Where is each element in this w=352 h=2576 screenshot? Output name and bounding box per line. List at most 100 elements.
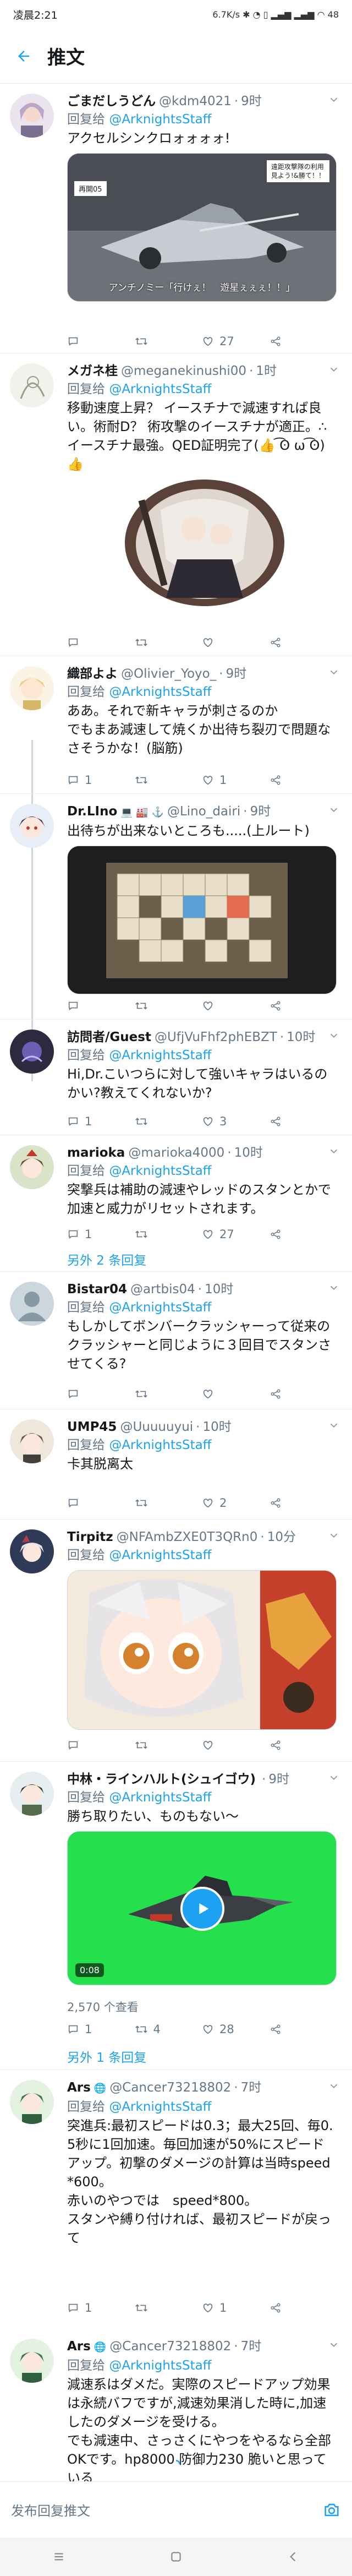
avatar[interactable] <box>10 666 54 710</box>
avatar[interactable] <box>10 1145 54 1189</box>
tweet[interactable]: UMP45 @Uuuuuyui · 10时 回复给 @ArknightsStaff 卡… <box>0 1409 352 1520</box>
tweet-image[interactable] <box>67 1570 337 1730</box>
chevron-down-icon[interactable] <box>328 1030 340 1042</box>
back-button[interactable] <box>0 29 47 84</box>
avatar[interactable] <box>10 363 54 407</box>
reply-button[interactable] <box>67 330 135 352</box>
share-button[interactable] <box>270 1492 337 1514</box>
home-icon[interactable] <box>169 2550 183 2564</box>
chevron-down-icon[interactable] <box>328 1772 340 1784</box>
user-handle[interactable]: @artbis04 <box>130 1281 195 1298</box>
user-handle[interactable]: @meganekinushi00 <box>121 362 246 380</box>
like-button[interactable]: 3 <box>202 1110 270 1132</box>
display-name[interactable]: Ars <box>67 2338 91 2355</box>
share-button[interactable] <box>270 1223 337 1245</box>
tweet[interactable]: 中林・ラインハルト(シュイゴウ) · 9时 回复给 @ArknightsStaff … <box>0 1762 352 2070</box>
display-name[interactable]: 織部よよ <box>67 665 118 683</box>
reply-mention[interactable]: @ArknightsStaff <box>109 1164 211 1178</box>
tweet[interactable]: メガネ桂 @meganekinushi00 · 1时 回复给 @ArknightsSt… <box>0 353 352 656</box>
chevron-down-icon[interactable] <box>328 2339 340 2351</box>
reply-button[interactable] <box>67 1734 135 1756</box>
avatar[interactable] <box>10 1030 54 1074</box>
retweet-button[interactable] <box>135 1223 202 1245</box>
display-name[interactable]: Ars <box>67 2079 91 2096</box>
tweet[interactable]: 訪問者/Guest @UfjVuFhf2phEBZT · 10时 回复给 @Arkni… <box>0 1020 352 1135</box>
reply-button[interactable] <box>67 1492 135 1514</box>
reply-mention[interactable]: @ArknightsStaff <box>109 1300 211 1315</box>
tweet[interactable]: Dr.LIno 💻 🏭 ⚓️ @Lino_dairi · 9时 出待ちが出来ないところも… <box>0 794 352 1020</box>
avatar[interactable] <box>10 804 54 848</box>
like-button[interactable] <box>202 995 270 1017</box>
retweet-button[interactable] <box>135 631 202 653</box>
retweet-button[interactable] <box>135 1383 202 1405</box>
user-handle[interactable]: @Olivier_Yoyo_ <box>121 665 216 683</box>
tweet[interactable]: Bistar04 @artbis04 · 10时 回复给 @ArknightsStaf… <box>0 1272 352 1409</box>
tweet[interactable]: Tirpitz @NFAmbZXE0T3QRn0 · 10分 回复给 @Arknigh… <box>0 1520 352 1762</box>
chevron-down-icon[interactable] <box>328 2080 340 2092</box>
user-handle[interactable]: @marioka4000 <box>128 1144 224 1162</box>
display-name[interactable]: メガネ桂 <box>67 362 118 380</box>
reply-button[interactable] <box>67 995 135 1017</box>
like-button[interactable]: 28 <box>202 2018 270 2040</box>
avatar[interactable] <box>10 94 54 138</box>
user-handle[interactable]: @Cancer73218802 <box>109 2079 231 2096</box>
reply-button[interactable]: 1 <box>67 1223 135 1245</box>
show-more-replies-link[interactable]: 另外 1 条回复 <box>67 2047 146 2066</box>
reply-mention[interactable]: @ArknightsStaff <box>109 1548 211 1562</box>
reply-mention[interactable]: @ArknightsStaff <box>109 2100 211 2114</box>
tweet[interactable]: 織部よよ @Olivier_Yoyo_ · 9时 回复给 @ArknightsStaf… <box>0 656 352 794</box>
display-name[interactable]: marioka <box>67 1144 125 1162</box>
avatar[interactable] <box>10 1282 54 1326</box>
show-more-replies-link[interactable]: 另外 2 条回复 <box>67 1250 146 1268</box>
reply-mention[interactable]: @ArknightsStaff <box>109 382 211 396</box>
user-handle[interactable]: @NFAmbZXE0T3QRn0 <box>117 1528 258 1546</box>
reply-mention[interactable]: @ArknightsStaff <box>109 2359 211 2373</box>
display-name[interactable]: Tirpitz <box>67 1528 113 1546</box>
play-button[interactable] <box>180 1887 224 1931</box>
display-name[interactable]: ごまだしうどん <box>67 92 156 110</box>
avatar[interactable] <box>10 1419 54 1463</box>
reply-button[interactable]: 1 <box>67 2018 135 2040</box>
user-handle[interactable]: @kdm4021 <box>159 92 232 110</box>
retweet-button[interactable] <box>135 330 202 352</box>
reply-button[interactable]: 1 <box>67 769 135 791</box>
display-name[interactable]: UMP45 <box>67 1418 117 1436</box>
display-name[interactable]: Dr.LIno <box>67 803 117 820</box>
reply-button[interactable]: 1 <box>67 2297 135 2319</box>
tweet-image[interactable] <box>67 846 337 994</box>
avatar[interactable] <box>10 2080 54 2124</box>
chevron-down-icon[interactable] <box>328 94 340 106</box>
tweet-video[interactable]: 0:08 <box>67 1831 337 1985</box>
reply-input[interactable]: 发布回复推文 <box>11 2500 90 2519</box>
display-name[interactable]: 訪問者/Guest <box>67 1028 151 1046</box>
retweet-button[interactable] <box>135 1492 202 1514</box>
chevron-down-icon[interactable] <box>328 1419 340 1431</box>
display-name[interactable]: Bistar04 <box>67 1281 127 1298</box>
avatar[interactable] <box>10 1529 54 1573</box>
share-button[interactable] <box>270 769 337 791</box>
retweet-button[interactable] <box>135 1110 202 1132</box>
like-button[interactable] <box>202 631 270 653</box>
share-button[interactable] <box>270 1383 337 1405</box>
chevron-down-icon[interactable] <box>328 666 340 678</box>
share-button[interactable] <box>270 2297 337 2319</box>
chevron-down-icon[interactable] <box>328 363 340 375</box>
reply-composer[interactable]: 发布回复推文 <box>0 2481 352 2537</box>
tweet[interactable]: Ars 🌐 @Cancer73218802 · 7时 回复给 @ArknightsSta… <box>0 2329 352 2486</box>
share-button[interactable] <box>270 631 337 653</box>
back-nav-icon[interactable] <box>286 2550 300 2564</box>
reply-button[interactable] <box>67 1383 135 1405</box>
menu-icon[interactable] <box>52 2550 66 2564</box>
share-button[interactable] <box>270 1734 337 1756</box>
like-button[interactable]: 1 <box>202 2297 270 2319</box>
display-name[interactable]: 中林・ラインハルト(シュイゴウ) <box>67 1771 256 1788</box>
avatar[interactable] <box>10 2339 54 2383</box>
user-handle[interactable]: @UfjVuFhf2phEBZT <box>155 1028 277 1046</box>
share-button[interactable] <box>270 330 337 352</box>
share-button[interactable] <box>270 995 337 1017</box>
retweet-button[interactable]: 4 <box>135 2018 202 2040</box>
chevron-down-icon[interactable] <box>328 1529 340 1542</box>
avatar[interactable] <box>10 1772 54 1816</box>
reply-button[interactable] <box>67 631 135 653</box>
retweet-button[interactable] <box>135 1734 202 1756</box>
